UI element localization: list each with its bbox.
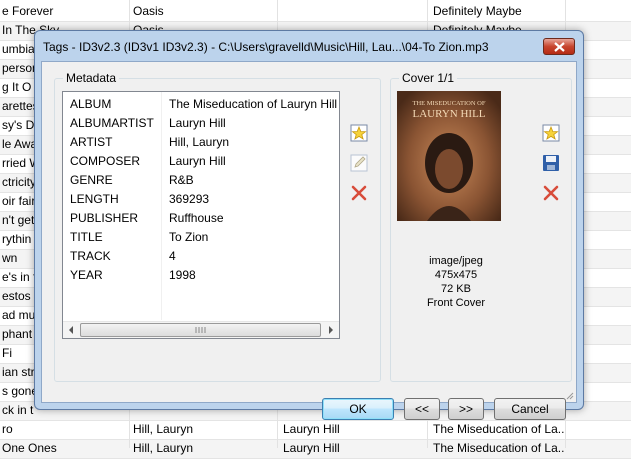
metadata-row[interactable]: TITLE To Zion	[63, 228, 339, 247]
metadata-list[interactable]: ALBUM The Miseducation of Lauryn Hill ALBU…	[62, 91, 340, 339]
track-cell-title: One Ones	[2, 441, 57, 455]
metadata-rows: ALBUM The Miseducation of Lauryn Hill ALBU…	[63, 92, 339, 320]
horizontal-scrollbar[interactable]	[63, 321, 339, 338]
track-cell-album: Definitely Maybe	[433, 4, 522, 18]
previous-button[interactable]: <<	[404, 398, 440, 420]
cancel-button[interactable]: Cancel	[494, 398, 566, 420]
edit-field-button[interactable]	[348, 152, 370, 174]
next-button[interactable]: >>	[448, 398, 484, 420]
add-cover-button[interactable]	[540, 122, 562, 144]
chevron-left-icon	[69, 326, 73, 334]
delete-icon	[351, 185, 367, 201]
metadata-row[interactable]: GENRE R&B	[63, 171, 339, 190]
metadata-key: ALBUM	[70, 97, 112, 111]
metadata-row[interactable]: ALBUM The Miseducation of Lauryn Hill	[63, 95, 339, 114]
delete-field-button[interactable]	[348, 182, 370, 204]
scrollbar-thumb[interactable]	[80, 323, 321, 337]
cover-mime: image/jpeg	[429, 255, 483, 267]
scroll-right-arrow[interactable]	[322, 322, 339, 338]
delete-icon	[543, 185, 559, 201]
cover-size: 72 KB	[441, 283, 471, 295]
metadata-value: R&B	[169, 173, 194, 187]
track-cell-album: The Miseducation of La...	[433, 422, 565, 436]
cover-text-name: LAURYN HILL	[412, 108, 485, 120]
track-row[interactable]: e Forever Oasis Definitely Maybe	[0, 2, 631, 22]
track-row[interactable]: One Ones Hill, Lauryn Lauryn Hill The Mised…	[0, 439, 631, 459]
chevron-right-icon	[329, 326, 333, 334]
metadata-value: 1998	[169, 268, 196, 282]
add-star-icon	[542, 124, 560, 142]
add-star-icon	[350, 124, 368, 142]
metadata-key: ALBUMARTIST	[70, 116, 154, 130]
track-cell-artist: Oasis	[133, 4, 164, 18]
track-cell-title: e Forever	[2, 4, 54, 18]
track-cell-title: ro	[2, 422, 13, 436]
close-button[interactable]	[543, 38, 575, 55]
track-cell-album: The Miseducation of La...	[433, 441, 565, 455]
metadata-value: Lauryn Hill	[169, 154, 226, 168]
track-cell-album-artist: Lauryn Hill	[283, 441, 340, 455]
metadata-value: 4	[169, 249, 176, 263]
tags-dialog: Tags - ID3v2.3 (ID3v1 ID3v2.3) - C:\User…	[34, 30, 584, 420]
delete-cover-button[interactable]	[540, 182, 562, 204]
track-row[interactable]: ro Hill, Lauryn Lauryn Hill The Miseducatio…	[0, 420, 631, 440]
metadata-row[interactable]: ARTIST Hill, Lauryn	[63, 133, 339, 152]
metadata-row[interactable]: COMPOSER Lauryn Hill	[63, 152, 339, 171]
save-icon	[543, 155, 559, 171]
metadata-key: YEAR	[70, 268, 103, 282]
metadata-value: To Zion	[169, 230, 209, 244]
scroll-left-arrow[interactable]	[63, 322, 80, 338]
cover-dimensions: 475x475	[434, 269, 478, 281]
dialog-body: Metadata ALBUM The Miseducation of Lauryn…	[41, 61, 577, 420]
album-cover-image[interactable]: THE MISEDUCATION OF LAURYN HILL	[397, 91, 501, 221]
dialog-title-bar[interactable]: Tags - ID3v2.3 (ID3v1 ID3v2.3) - C:\User…	[35, 31, 583, 61]
metadata-value: Hill, Lauryn	[169, 135, 230, 149]
album-cover-art: THE MISEDUCATION OF LAURYN HILL	[397, 91, 501, 221]
metadata-key: GENRE	[70, 173, 113, 187]
metadata-value: Lauryn Hill	[169, 116, 226, 130]
cover-type: Front Cover	[426, 297, 486, 309]
track-cell-artist: Hill, Lauryn	[133, 441, 194, 455]
metadata-row[interactable]: ALBUMARTIST Lauryn Hill	[63, 114, 339, 133]
cover-info: image/jpeg 475x475 72 KB Front Cover	[411, 254, 501, 310]
metadata-row[interactable]: LENGTH 369293	[63, 190, 339, 209]
metadata-row[interactable]: TRACK 4	[63, 247, 339, 266]
cover-text-top: THE MISEDUCATION OF	[413, 100, 486, 107]
metadata-label: Metadata	[63, 71, 120, 85]
resize-grip-icon[interactable]	[564, 390, 574, 400]
metadata-value: The Miseducation of Lauryn Hill	[169, 97, 338, 111]
metadata-key: TITLE	[70, 230, 103, 244]
dialog-title: Tags - ID3v2.3 (ID3v1 ID3v2.3) - C:\User…	[43, 40, 489, 54]
edit-icon	[350, 154, 368, 172]
metadata-key: ARTIST	[70, 135, 113, 149]
metadata-key: PUBLISHER	[70, 211, 139, 225]
metadata-row[interactable]: PUBLISHER Ruffhouse	[63, 209, 339, 228]
metadata-value: 369293	[169, 192, 210, 206]
track-cell-album-artist	[281, 2, 427, 21]
metadata-key: LENGTH	[70, 192, 119, 206]
close-icon	[554, 42, 565, 52]
ok-button[interactable]: OK	[322, 398, 394, 420]
cover-label: Cover 1/1	[399, 71, 458, 85]
metadata-key: TRACK	[70, 249, 111, 263]
grip-icon	[195, 327, 206, 333]
metadata-value: Ruffhouse	[169, 211, 224, 225]
track-cell-artist: Hill, Lauryn	[133, 422, 194, 436]
metadata-row[interactable]: YEAR 1998	[63, 266, 339, 285]
add-field-button[interactable]	[348, 122, 370, 144]
save-cover-button[interactable]	[540, 152, 562, 174]
metadata-key: COMPOSER	[70, 154, 141, 168]
track-cell-album-artist: Lauryn Hill	[283, 422, 340, 436]
